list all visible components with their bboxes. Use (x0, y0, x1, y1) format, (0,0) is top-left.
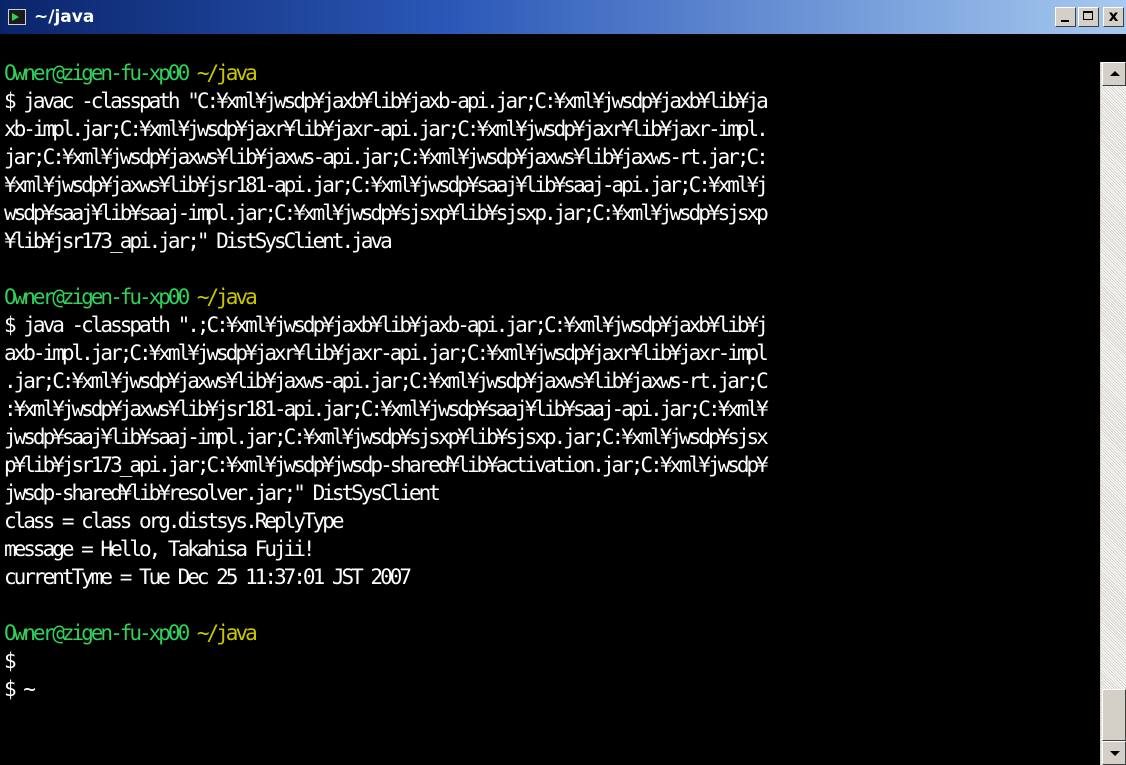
window-controls: x (1055, 7, 1124, 27)
terminal-line: $ java -classpath ".;C:¥xml¥jwsdp¥jaxb¥l… (4, 313, 769, 337)
terminal-line: $ javac -classpath "C:¥xml¥jwsdp¥jaxb¥li… (4, 89, 769, 113)
terminal-line: ¥lib¥jsr173_api.jar;" DistSysClient.java (4, 229, 393, 253)
terminal-line: xb-impl.jar;C:¥xml¥jwsdp¥jaxr¥lib¥jaxr-a… (4, 117, 769, 141)
close-button[interactable]: x (1103, 7, 1124, 27)
prompt-user-host: Owner@zigen-fu-xp00 (4, 621, 190, 645)
terminal-line: $ ~ (4, 677, 36, 701)
terminal-window: ~/java x Owner@zigen-fu-xp00 ~/java $ jav… (0, 0, 1126, 765)
prompt-path: ~/java (196, 62, 258, 85)
terminal-line: $ (4, 649, 17, 673)
prompt-user-host: Owner@zigen-fu-xp00 (4, 62, 190, 85)
terminal-line: :¥xml¥jwsdp¥jaxws¥lib¥jsr181-api.jar;C:¥… (4, 397, 769, 421)
shell-prompt: Owner@zigen-fu-xp00 ~/java (4, 62, 258, 87)
vertical-scrollbar[interactable] (1100, 62, 1126, 765)
prompt-path: ~/java (196, 285, 258, 309)
terminal-app-icon[interactable] (8, 9, 26, 25)
terminal-output[interactable]: Owner@zigen-fu-xp00 ~/java $ javac -class… (0, 62, 1098, 765)
scroll-down-arrow-icon[interactable] (1102, 741, 1126, 765)
terminal-line: jwsdp¥saaj¥lib¥saaj-impl.jar;C:¥xml¥jwsd… (4, 425, 769, 449)
terminal-line: message = Hello, Takahisa Fujii! (4, 537, 316, 561)
shell-prompt: Owner@zigen-fu-xp00 ~/java (4, 619, 258, 647)
terminal-line: wsdp¥saaj¥lib¥saaj-impl.jar;C:¥xml¥jwsdp… (4, 201, 769, 225)
scrollbar-thumb[interactable] (1102, 689, 1126, 741)
terminal-line: currentTyme = Tue Dec 25 11:37:01 JST 20… (4, 565, 412, 589)
scroll-up-arrow-icon[interactable] (1102, 62, 1126, 86)
title-bar[interactable]: ~/java x (0, 0, 1126, 34)
shell-prompt: Owner@zigen-fu-xp00 ~/java (4, 283, 258, 311)
terminal-line: ¥xml¥jwsdp¥jaxws¥lib¥jsr181-api.jar;C:¥x… (4, 173, 769, 197)
minimize-button[interactable] (1055, 7, 1076, 27)
terminal-line: jwsdp-shared¥lib¥resolver.jar;" DistSysC… (4, 481, 441, 505)
terminal-line: class = class org.distsys.ReplyType (4, 509, 345, 533)
terminal-line: axb-impl.jar;C:¥xml¥jwsdp¥jaxr¥lib¥jaxr-… (4, 341, 769, 365)
prompt-path: ~/java (196, 621, 258, 645)
prompt-user-host: Owner@zigen-fu-xp00 (4, 285, 190, 309)
window-title: ~/java (34, 7, 95, 27)
terminal-line: jar;C:¥xml¥jwsdp¥jaxws¥lib¥jaxws-api.jar… (4, 145, 769, 169)
terminal-line: p¥lib¥jsr173_api.jar;C:¥xml¥jwsdp¥jwsdp-… (4, 453, 769, 477)
terminal-line: .jar;C:¥xml¥jwsdp¥jaxws¥lib¥jaxws-api.ja… (4, 369, 769, 393)
maximize-button[interactable] (1078, 7, 1099, 27)
